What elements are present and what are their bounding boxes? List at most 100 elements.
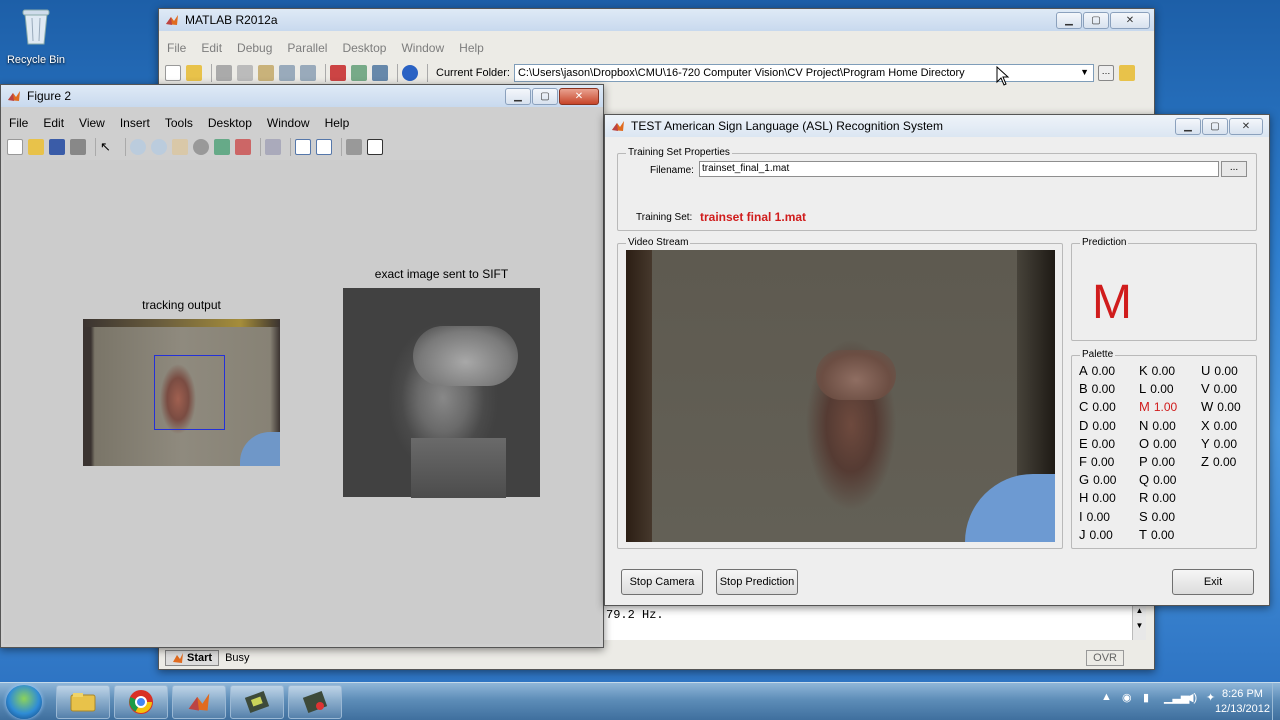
brush-icon[interactable] <box>235 139 251 155</box>
minimize-button[interactable]: ▁ <box>1175 118 1201 135</box>
palette-entry-p: P 0.00 <box>1139 454 1175 469</box>
command-window[interactable]: 79.2 Hz. <box>604 606 1132 640</box>
undo-icon[interactable] <box>279 65 295 81</box>
zoom-in-icon[interactable] <box>130 139 146 155</box>
asl-window-controls: ▁ ▢ ✕ <box>1174 118 1263 135</box>
palette-entry-f: F 0.00 <box>1079 454 1114 469</box>
browse-folder-button[interactable]: … <box>1097 65 1114 81</box>
zoom-out-icon[interactable] <box>151 139 167 155</box>
mouse-cursor-icon <box>996 66 1010 86</box>
menu-help[interactable]: Help <box>325 116 350 130</box>
figure-taskbar-button[interactable] <box>230 685 284 719</box>
palette-score: 0.00 <box>1217 400 1241 415</box>
colorbar-icon[interactable] <box>295 139 311 155</box>
pointer-icon[interactable]: ↖ <box>100 139 116 155</box>
menu-window[interactable]: Window <box>401 41 444 55</box>
close-button[interactable]: ✕ <box>1110 12 1150 29</box>
palette-score: 0.00 <box>1153 436 1177 451</box>
matlab-taskbar-button[interactable] <box>172 685 226 719</box>
current-folder-value: C:\Users\jason\Dropbox\CMU\16-720 Comput… <box>517 67 965 79</box>
chrome-taskbar-button[interactable] <box>114 685 168 719</box>
print-icon[interactable] <box>70 139 86 155</box>
profiler-icon[interactable] <box>372 65 388 81</box>
maximize-button[interactable]: ▢ <box>1083 12 1109 29</box>
cut-icon[interactable] <box>216 65 232 81</box>
scroll-up-icon[interactable]: ▲ <box>1133 606 1146 615</box>
menu-view[interactable]: View <box>79 116 105 130</box>
open-folder-icon[interactable] <box>186 65 202 81</box>
battery-icon[interactable]: ▮ <box>1143 691 1157 705</box>
figure2-menubar: File Edit View Insert Tools Desktop Wind… <box>1 113 603 133</box>
menu-parallel[interactable]: Parallel <box>287 41 327 55</box>
hide-plot-tools-icon[interactable] <box>346 139 362 155</box>
asl-titlebar[interactable]: TEST American Sign Language (ASL) Recogn… <box>605 115 1269 137</box>
redo-icon[interactable] <box>300 65 316 81</box>
asl-app-taskbar-button[interactable] <box>288 685 342 719</box>
menu-debug[interactable]: Debug <box>237 41 272 55</box>
close-button[interactable]: ✕ <box>1229 118 1263 135</box>
windows-start-orb-icon[interactable] <box>6 685 42 719</box>
paste-icon[interactable] <box>258 65 274 81</box>
open-folder-icon[interactable] <box>28 139 44 155</box>
glove-region <box>965 474 1055 542</box>
palette-entry-d: D 0.00 <box>1079 418 1116 433</box>
tracking-output-image <box>83 319 280 466</box>
toolbar-separator <box>260 138 261 156</box>
palette-legend: Palette <box>1080 349 1116 360</box>
filename-input[interactable]: trainset_final_1.mat <box>699 161 1219 177</box>
simulink-icon[interactable] <box>330 65 346 81</box>
minimize-button[interactable]: ▁ <box>1056 12 1082 29</box>
menu-tools[interactable]: Tools <box>165 116 193 130</box>
network-globe-icon[interactable]: ◉ <box>1122 691 1136 705</box>
volume-icon[interactable]: ◀) <box>1185 691 1199 705</box>
menu-window[interactable]: Window <box>267 116 310 130</box>
signal-icon[interactable]: ▁▃▅ <box>1164 691 1189 705</box>
command-window-scrollbar[interactable]: ▲ ▼ <box>1132 606 1146 640</box>
menu-file[interactable]: File <box>9 116 28 130</box>
guide-icon[interactable] <box>351 65 367 81</box>
minimize-button[interactable]: ▁ <box>505 88 531 105</box>
chevron-down-icon[interactable]: ▼ <box>1080 67 1089 77</box>
palette-letter: P <box>1139 454 1148 469</box>
new-file-icon[interactable] <box>165 65 181 81</box>
show-plot-tools-icon[interactable] <box>367 139 383 155</box>
save-icon[interactable] <box>49 139 65 155</box>
new-figure-icon[interactable] <box>7 139 23 155</box>
matlab-titlebar[interactable]: MATLAB R2012a <box>159 9 1154 31</box>
file-explorer-taskbar-button[interactable] <box>56 685 110 719</box>
show-desktop-button[interactable] <box>1272 683 1280 720</box>
menu-file[interactable]: File <box>167 41 186 55</box>
menu-desktop[interactable]: Desktop <box>342 41 386 55</box>
recycle-bin-shortcut[interactable]: Recycle Bin <box>4 6 68 72</box>
rotate-3d-icon[interactable] <box>193 139 209 155</box>
figure2-window-controls: ▁ ▢ ✕ <box>504 88 599 105</box>
menu-edit[interactable]: Edit <box>201 41 222 55</box>
palette-entry-r: R 0.00 <box>1139 490 1176 505</box>
parent-folder-icon[interactable] <box>1118 65 1135 81</box>
stop-camera-button[interactable]: Stop Camera <box>621 569 703 595</box>
close-button[interactable]: ✕ <box>559 88 599 105</box>
start-button[interactable]: Start <box>165 650 220 666</box>
exit-button[interactable]: Exit <box>1172 569 1254 595</box>
palette-letter: W <box>1201 399 1214 415</box>
menu-insert[interactable]: Insert <box>120 116 150 130</box>
maximize-button[interactable]: ▢ <box>1202 118 1228 135</box>
menu-edit[interactable]: Edit <box>43 116 64 130</box>
help-icon[interactable] <box>402 65 418 81</box>
matlab-logo-icon <box>166 15 178 25</box>
maximize-button[interactable]: ▢ <box>532 88 558 105</box>
pan-icon[interactable] <box>172 139 188 155</box>
menu-help[interactable]: Help <box>459 41 484 55</box>
palette-entry-e: E 0.00 <box>1079 436 1115 451</box>
copy-icon[interactable] <box>237 65 253 81</box>
browse-button[interactable]: ... <box>1221 161 1247 177</box>
system-clock[interactable]: 8:26 PM 12/13/2012 <box>1215 687 1270 717</box>
stop-prediction-button[interactable]: Stop Prediction <box>716 569 798 595</box>
scroll-down-icon[interactable]: ▼ <box>1133 621 1146 630</box>
data-cursor-icon[interactable] <box>214 139 230 155</box>
palette-score: 0.00 <box>1091 382 1116 397</box>
show-hidden-icons-icon[interactable]: ▲ <box>1101 691 1115 705</box>
link-plot-icon[interactable] <box>265 139 281 155</box>
menu-desktop[interactable]: Desktop <box>208 116 252 130</box>
legend-icon[interactable] <box>316 139 332 155</box>
